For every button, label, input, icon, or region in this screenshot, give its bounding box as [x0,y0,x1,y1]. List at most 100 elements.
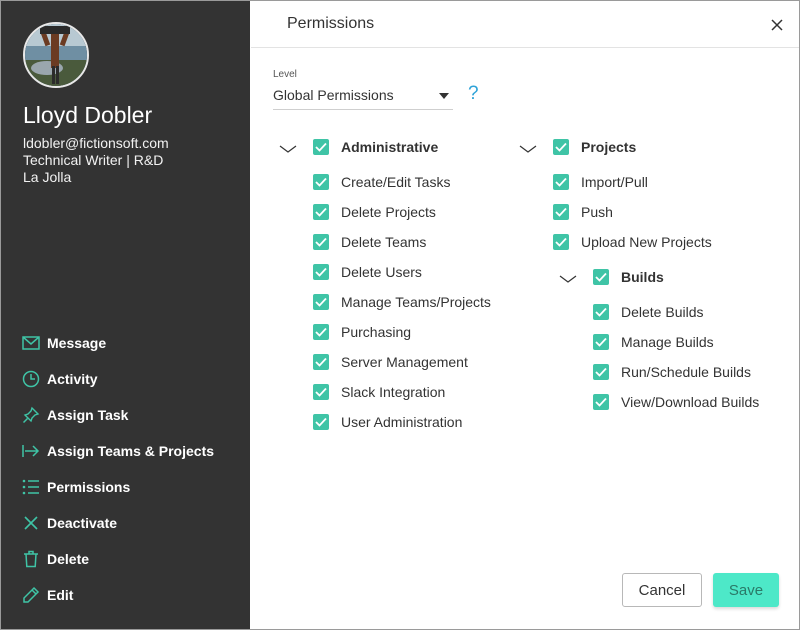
permission-label: Create/Edit Tasks [341,174,451,190]
checkbox[interactable] [593,394,609,410]
checkmark-icon [315,207,327,217]
permission-item: Server Management [313,352,468,372]
checkmark-icon [315,417,327,427]
menu-item-activity[interactable]: Activity [21,361,214,397]
checkbox[interactable] [553,174,569,190]
menu-label: Permissions [47,479,131,495]
menu-label: Deactivate [47,515,118,531]
checkmark-icon [595,307,607,317]
checkmark-icon [595,272,607,282]
permission-label: Purchasing [341,324,412,340]
permission-item: Manage Builds [593,332,714,352]
chevron-down-icon[interactable] [279,141,297,153]
checkmark-icon [555,142,567,152]
permission-item: Import/Pull [553,172,648,192]
checkbox[interactable] [313,414,329,430]
clock-icon [21,369,41,389]
checkmark-icon [595,337,607,347]
checkbox[interactable] [313,139,329,155]
permission-label: Push [581,204,613,220]
checkbox[interactable] [593,364,609,380]
checkmark-icon [595,367,607,377]
permission-item: Manage Teams/Projects [313,292,491,312]
x-icon [21,513,41,533]
checkbox[interactable] [313,234,329,250]
menu-item-assign-task[interactable]: Assign Task [21,397,214,433]
save-button[interactable]: Save [713,573,779,607]
permission-label: Server Management [341,354,468,370]
arrow-right-icon [21,441,41,461]
avatar [23,22,89,88]
menu-item-delete[interactable]: Delete [21,541,214,577]
checkmark-icon [555,237,567,247]
checkmark-icon [315,387,327,397]
list-icon [21,477,41,497]
checkbox[interactable] [593,334,609,350]
envelope-icon [21,333,41,353]
checkmark-icon [315,327,327,337]
menu-label: Activity [47,371,98,387]
tab-permissions[interactable]: Permissions [251,1,411,47]
profile-email: ldobler@fictionsoft.com [23,135,169,151]
header-divider [251,47,799,48]
checkmark-icon [315,177,327,187]
level-value: Global Permissions [273,87,394,103]
permission-item: Slack Integration [313,382,445,402]
menu-item-assign-teams-projects[interactable]: Assign Teams & Projects [21,433,214,469]
checkbox[interactable] [313,354,329,370]
checkbox[interactable] [313,324,329,340]
menu-item-deactivate[interactable]: Deactivate [21,505,214,541]
group-label: Administrative [341,139,439,155]
help-icon[interactable]: ? [468,83,479,105]
cancel-button[interactable]: Cancel [622,573,702,607]
checkbox[interactable] [313,174,329,190]
profile-location: La Jolla [23,169,72,185]
checkbox[interactable] [593,269,609,285]
menu-item-permissions[interactable]: Permissions [21,469,214,505]
checkbox[interactable] [593,304,609,320]
caret-down-icon [439,93,449,99]
permission-item: User Administration [313,412,462,432]
permission-label: Import/Pull [581,174,648,190]
checkbox[interactable] [553,204,569,220]
pencil-icon [21,585,41,605]
level-select[interactable]: Global Permissions [273,83,453,110]
menu-label: Assign Teams & Projects [47,443,215,459]
permission-item: Delete Projects [313,202,436,222]
group-label: Projects [581,139,637,155]
close-button[interactable] [769,17,785,33]
permission-item: Push [553,202,613,222]
checkmark-icon [315,267,327,277]
permission-item: Delete Builds [593,302,704,322]
checkmark-icon [315,297,327,307]
permission-label: User Administration [341,414,463,430]
group-builds: Builds [593,267,664,287]
checkmark-icon [555,207,567,217]
checkbox[interactable] [553,139,569,155]
permission-label: Slack Integration [341,384,446,400]
permission-item: Create/Edit Tasks [313,172,450,192]
checkbox[interactable] [553,234,569,250]
menu-label: Assign Task [47,407,129,423]
checkbox[interactable] [313,204,329,220]
permission-item: Upload New Projects [553,232,712,252]
level-label: Level [273,69,297,80]
page-title: Permissions [287,15,375,32]
chevron-down-icon[interactable] [559,271,577,283]
pin-icon [21,405,41,425]
checkbox[interactable] [313,384,329,400]
group-administrative: Administrative [313,137,438,157]
user-permissions-window: Lloyd Dobler ldobler@fictionsoft.com Tec… [0,0,800,630]
permission-label: Delete Projects [341,204,436,220]
checkmark-icon [315,357,327,367]
menu-item-message[interactable]: Message [21,325,214,361]
checkbox[interactable] [313,294,329,310]
menu-item-edit[interactable]: Edit [21,577,214,613]
group-projects: Projects [553,137,636,157]
group-label: Builds [621,269,664,285]
permission-label: Run/Schedule Builds [621,364,751,380]
permission-item: Delete Users [313,262,422,282]
chevron-down-icon[interactable] [519,141,537,153]
menu-label: Edit [47,587,74,603]
checkbox[interactable] [313,264,329,280]
